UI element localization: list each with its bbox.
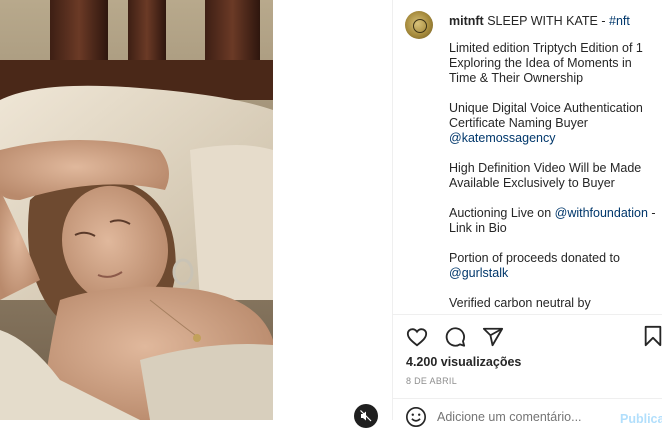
caption-body: Limited edition Triptych Edition of 1 Ex…: [449, 41, 657, 326]
caption-paragraph: High Definition Video Will be Made Avail…: [449, 161, 642, 190]
caption-paragraph: Auctioning Live on @withfoundation - Lin…: [449, 206, 657, 236]
caption-text: Auctioning Live on: [449, 206, 555, 220]
mention-link-katemossagency[interactable]: @katemossagency: [449, 131, 556, 145]
panel-divider: [392, 0, 393, 420]
caption-text: Unique Digital Voice Authentication Cert…: [449, 101, 643, 130]
publish-button[interactable]: Publicar: [620, 412, 662, 426]
caption-paragraph: Unique Digital Voice Authentication Cert…: [449, 101, 657, 146]
username-link[interactable]: mitnft: [449, 14, 484, 28]
video-frame: [0, 0, 273, 420]
actions-divider: [393, 314, 662, 315]
mute-button[interactable]: [354, 404, 378, 428]
caption-paragraph: Verified carbon neutral by: [449, 296, 591, 310]
hashtag-link[interactable]: #nft: [609, 14, 630, 28]
mention-link-withfoundation[interactable]: @withfoundation: [555, 206, 648, 220]
post-date[interactable]: 8 DE ABRIL: [406, 376, 457, 386]
comment-divider: [393, 398, 662, 399]
comment-form: [405, 406, 587, 428]
mention-link-gurlstalk[interactable]: @gurlstalk: [449, 266, 508, 280]
comment-input[interactable]: [437, 410, 587, 424]
smiley-icon[interactable]: [405, 406, 427, 428]
caption-paragraph: Limited edition Triptych Edition of 1 Ex…: [449, 41, 643, 85]
heart-icon: [406, 328, 428, 347]
post-actions: [405, 325, 505, 349]
post-header: [405, 11, 433, 39]
bookmark-icon: [644, 325, 662, 347]
comment-bubble-icon: [445, 327, 466, 347]
speaker-muted-icon: [360, 410, 372, 422]
caption-paragraph: Portion of proceeds donated to @gurlstal…: [449, 251, 657, 281]
caption-text: Portion of proceeds donated to: [449, 251, 620, 265]
share-button[interactable]: [481, 325, 505, 349]
post-title: SLEEP WITH KATE: [487, 14, 598, 28]
save-button[interactable]: [643, 325, 662, 349]
paper-plane-icon: [482, 327, 504, 347]
comment-button[interactable]: [443, 325, 467, 349]
view-count[interactable]: 4.200 visualizações: [406, 355, 521, 369]
post-video[interactable]: [0, 0, 273, 420]
title-separator: -: [597, 14, 609, 28]
caption-first-line: mitnft SLEEP WITH KATE - #nft: [449, 14, 630, 28]
like-button[interactable]: [405, 325, 429, 349]
avatar[interactable]: [405, 11, 433, 39]
